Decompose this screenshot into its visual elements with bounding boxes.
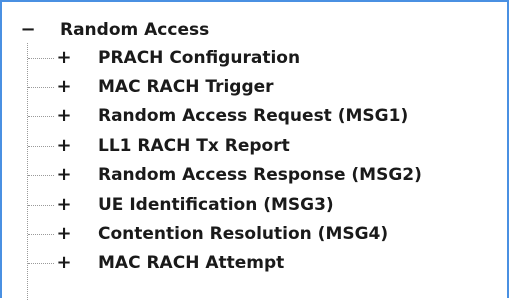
tree-connector (28, 57, 54, 59)
tree-node-label[interactable]: Random Access Response (MSG2) (98, 165, 422, 185)
tree-connector (28, 204, 54, 206)
tree-node-label[interactable]: Contention Resolution (MSG4) (98, 224, 388, 244)
tree-node-mac-rach-attempt[interactable]: + MAC RACH Attempt (2, 249, 507, 278)
tree-connector (28, 116, 54, 118)
tree-connector (28, 87, 54, 89)
minus-icon[interactable]: − (20, 21, 36, 39)
tree-connector (28, 263, 54, 265)
tree-view: − Random Access + PRACH Configuration + … (2, 2, 507, 300)
plus-icon[interactable]: + (56, 107, 72, 125)
tree-panel: − Random Access + PRACH Configuration + … (0, 0, 509, 300)
tree-node-ue-identification[interactable]: + UE Identification (MSG3) (2, 190, 507, 219)
tree-node-label[interactable]: PRACH Configuration (98, 48, 300, 68)
tree-node-mac-rach-trigger[interactable]: + MAC RACH Trigger (2, 72, 507, 101)
tree-node-label[interactable]: MAC RACH Attempt (98, 253, 284, 273)
tree-node-prach-configuration[interactable]: + PRACH Configuration (2, 43, 507, 72)
tree-node-label[interactable]: Random Access (60, 20, 209, 40)
plus-icon[interactable]: + (56, 78, 72, 96)
tree-connector (28, 175, 54, 177)
plus-icon[interactable]: + (56, 254, 72, 272)
tree-node-contention-resolution[interactable]: + Contention Resolution (MSG4) (2, 219, 507, 248)
tree-node-label[interactable]: Random Access Request (MSG1) (98, 106, 408, 126)
plus-icon[interactable]: + (56, 48, 72, 67)
tree-node-label[interactable]: LL1 RACH Tx Report (98, 136, 290, 156)
tree-node-random-access-request[interactable]: + Random Access Request (MSG1) (2, 102, 507, 131)
plus-icon[interactable]: + (56, 166, 72, 184)
tree-node-label[interactable]: UE Identification (MSG3) (98, 195, 334, 215)
plus-icon[interactable]: + (56, 195, 72, 214)
tree-node-random-access-response[interactable]: + Random Access Response (MSG2) (2, 161, 507, 190)
tree-connector (28, 145, 54, 147)
tree-node-label[interactable]: MAC RACH Trigger (98, 77, 274, 97)
tree-node-ll1-rach-tx-report[interactable]: + LL1 RACH Tx Report (2, 131, 507, 160)
tree-children: + PRACH Configuration + MAC RACH Trigger… (2, 43, 507, 278)
plus-icon[interactable]: + (56, 136, 72, 155)
plus-icon[interactable]: + (56, 225, 72, 243)
tree-connector (28, 234, 54, 236)
